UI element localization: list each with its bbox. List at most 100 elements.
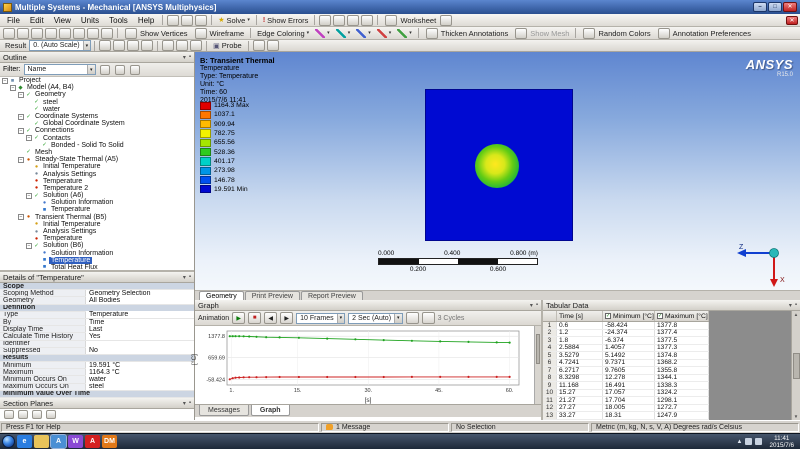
- pin-icon[interactable]: ▪: [189, 400, 191, 407]
- tab-geometry[interactable]: Geometry: [199, 291, 244, 300]
- panel-menu-icon[interactable]: ▾: [789, 302, 792, 309]
- tree-item[interactable]: ■ Temperature: [0, 257, 194, 264]
- details-row-value[interactable]: steel: [86, 383, 194, 390]
- pin-icon[interactable]: ▪: [536, 302, 538, 309]
- taskbar-clock[interactable]: 11:41 2015/7/6: [765, 435, 798, 449]
- status-messages[interactable]: 1 Message: [321, 423, 449, 432]
- tree-item[interactable]: − ■ Project: [0, 77, 194, 84]
- details-row-value[interactable]: 1164.3 °C: [86, 369, 194, 376]
- edge-coloring-button[interactable]: Edge Coloring ▾: [254, 28, 312, 39]
- show-vertices-button[interactable]: Show Vertices: [121, 28, 191, 39]
- minimize-icon[interactable]: –: [753, 2, 767, 12]
- max-probe-icon[interactable]: [253, 40, 265, 51]
- pin-icon[interactable]: ▪: [189, 274, 191, 281]
- wizard-icon[interactable]: [361, 15, 373, 26]
- contour-isolines-icon[interactable]: [127, 40, 139, 51]
- tree-item[interactable]: ✓ Global Coordinate System: [0, 120, 194, 127]
- tree-item[interactable]: ✓ steel: [0, 99, 194, 106]
- show-errors-button[interactable]: ! Show Errors: [260, 15, 312, 26]
- graphics-viewport[interactable]: B: Transient Thermal TemperatureType: Te…: [195, 52, 800, 290]
- contour-solid-icon[interactable]: [141, 40, 153, 51]
- maximize-icon[interactable]: □: [768, 2, 782, 12]
- menu-file[interactable]: File: [2, 16, 25, 25]
- tree-item[interactable]: ● Temperature: [0, 235, 194, 242]
- expand-all-icon[interactable]: [100, 65, 110, 75]
- menu-help[interactable]: Help: [133, 16, 159, 25]
- details-row-value[interactable]: Geometry Selection: [86, 290, 194, 297]
- details-row-value[interactable]: 19.591 °C: [86, 362, 194, 369]
- tab-report-preview[interactable]: Report Preview: [301, 291, 363, 300]
- filter-options-icon[interactable]: [130, 65, 140, 75]
- column-header-time[interactable]: Time [s]: [557, 311, 603, 321]
- start-button-icon[interactable]: [2, 435, 15, 448]
- details-row-value[interactable]: Yes: [86, 333, 194, 340]
- menu-view[interactable]: View: [49, 16, 76, 25]
- menu-edit[interactable]: Edit: [25, 16, 49, 25]
- annotation-preferences-button[interactable]: Annotation Preferences: [654, 28, 754, 39]
- tree-expander-icon[interactable]: −: [2, 78, 8, 84]
- edit-section-plane-icon[interactable]: [18, 410, 28, 419]
- previous-frame-button[interactable]: ◀: [264, 312, 277, 324]
- tree-expander-icon[interactable]: −: [18, 128, 24, 134]
- tabular-scrollbar[interactable]: ▲ ▼: [791, 311, 800, 420]
- table-row[interactable]: 13 33.27 18.31 1247.9: [543, 412, 709, 420]
- edges-none-icon[interactable]: [162, 40, 174, 51]
- close-icon[interactable]: ✕: [783, 2, 797, 12]
- panel-menu-icon[interactable]: ▾: [183, 274, 186, 281]
- chart-icon[interactable]: [319, 15, 331, 26]
- details-row-value[interactable]: Time: [86, 319, 194, 326]
- save-icon[interactable]: [181, 15, 193, 26]
- tree-item[interactable]: − ◆ Model (A4, B4): [0, 84, 194, 91]
- network-icon[interactable]: [745, 438, 752, 445]
- contour-smooth-icon[interactable]: [113, 40, 125, 51]
- tab-graph[interactable]: Graph: [251, 405, 290, 416]
- orientation-triad[interactable]: Z X: [734, 242, 786, 288]
- tab-messages[interactable]: Messages: [199, 405, 249, 416]
- pin-icon[interactable]: ▪: [795, 302, 797, 309]
- taskbar-app-icon[interactable]: [34, 435, 49, 448]
- select-face-icon[interactable]: [45, 28, 57, 39]
- tree-item[interactable]: ● Temperature 2: [0, 185, 194, 192]
- help-icon[interactable]: [440, 15, 452, 26]
- tree-item[interactable]: ● Solution Information: [0, 199, 194, 206]
- select-body-icon[interactable]: [59, 28, 71, 39]
- scroll-down-icon[interactable]: ▼: [794, 414, 798, 419]
- tree-item[interactable]: − ✓ Solution (B6): [0, 242, 194, 249]
- tree-item[interactable]: ✓ Bonded - Solid To Solid: [0, 142, 194, 149]
- result-scale-select[interactable]: 0. (Auto Scale) ▾: [29, 40, 91, 51]
- play-button[interactable]: ▶: [232, 312, 245, 324]
- notes-icon[interactable]: [333, 15, 345, 26]
- details-row-value[interactable]: water: [86, 376, 194, 383]
- edge-style-button[interactable]: ▾: [374, 28, 395, 39]
- contour-bands-icon[interactable]: [99, 40, 111, 51]
- tree-expander-icon[interactable]: −: [18, 157, 24, 163]
- panel-menu-icon[interactable]: ▾: [530, 302, 533, 309]
- edges-show-icon[interactable]: [176, 40, 188, 51]
- tab-print-preview[interactable]: Print Preview: [245, 291, 300, 300]
- duration-select[interactable]: 2 Sec (Auto) ▾: [348, 313, 402, 324]
- tree-expander-icon[interactable]: −: [26, 243, 32, 249]
- edge-style-button[interactable]: ▾: [394, 28, 415, 39]
- tree-item[interactable]: ● Initial Temperature: [0, 221, 194, 228]
- thicken-annotations-button[interactable]: Thicken Annotations: [422, 28, 512, 39]
- select-mode-icon[interactable]: [3, 28, 15, 39]
- volume-icon[interactable]: [755, 438, 762, 445]
- tray-expand-icon[interactable]: ▲: [737, 439, 743, 445]
- edge-style-button[interactable]: ▾: [353, 28, 374, 39]
- tree-item[interactable]: ● Analysis Settings: [0, 170, 194, 177]
- edge-style-button[interactable]: ▾: [312, 28, 333, 39]
- taskbar-app-icon[interactable]: A: [51, 435, 66, 448]
- taskbar-app-icon[interactable]: DM: [102, 435, 117, 448]
- pin-icon[interactable]: ▪: [189, 54, 191, 61]
- tree-expander-icon[interactable]: −: [10, 85, 16, 91]
- next-frame-button[interactable]: ▶: [280, 312, 293, 324]
- tree-item[interactable]: − ✓ Coordinate Systems: [0, 113, 194, 120]
- tree-item[interactable]: − ✓ Solution (A6): [0, 192, 194, 199]
- select-edge-icon[interactable]: [31, 28, 43, 39]
- min-probe-icon[interactable]: [267, 40, 279, 51]
- probe-button[interactable]: ▣ Probe: [210, 40, 245, 51]
- panel-menu-icon[interactable]: ▾: [183, 54, 186, 61]
- show-whole-elements-icon[interactable]: [46, 410, 56, 419]
- toolbar-close-icon[interactable]: ✕: [786, 16, 798, 25]
- tree-expander-icon[interactable]: −: [18, 92, 24, 98]
